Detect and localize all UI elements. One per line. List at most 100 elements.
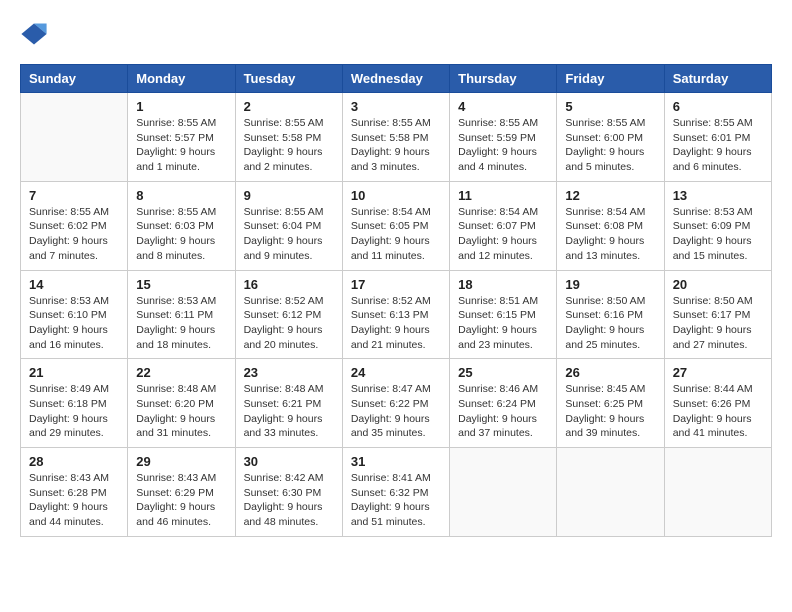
calendar-cell: 3 Sunrise: 8:55 AMSunset: 5:58 PMDaylight…: [342, 93, 449, 182]
day-info: Sunrise: 8:52 AMSunset: 6:13 PMDaylight:…: [351, 294, 441, 353]
day-info: Sunrise: 8:50 AMSunset: 6:17 PMDaylight:…: [673, 294, 763, 353]
day-number: 6: [673, 99, 763, 114]
day-number: 26: [565, 365, 655, 380]
day-info: Sunrise: 8:55 AMSunset: 5:58 PMDaylight:…: [244, 116, 334, 175]
calendar-cell: 28Sunrise: 8:43 AMSunset: 6:28 PMDayligh…: [21, 448, 128, 537]
day-number: 3: [351, 99, 441, 114]
day-number: 25: [458, 365, 548, 380]
page-header: [20, 20, 772, 48]
day-number: 20: [673, 277, 763, 292]
calendar-cell: 23 Sunrise: 8:48 AMSunset: 6:21 PMDayligh…: [235, 359, 342, 448]
day-number: 15: [136, 277, 226, 292]
calendar-cell: [557, 448, 664, 537]
header-sunday: Sunday: [21, 65, 128, 93]
calendar-cell: 29Sunrise: 8:43 AMSunset: 6:29 PMDayligh…: [128, 448, 235, 537]
header-saturday: Saturday: [664, 65, 771, 93]
day-number: 27: [673, 365, 763, 380]
calendar-table: SundayMondayTuesdayWednesdayThursdayFrid…: [20, 64, 772, 537]
day-info: Sunrise: 8:43 AMSunset: 6:28 PMDaylight:…: [29, 471, 119, 530]
day-info: Sunrise: 8:54 AMSunset: 6:08 PMDaylight:…: [565, 205, 655, 264]
day-number: 22: [136, 365, 226, 380]
day-number: 24: [351, 365, 441, 380]
day-info: Sunrise: 8:46 AMSunset: 6:24 PMDaylight:…: [458, 382, 548, 441]
day-info: Sunrise: 8:53 AMSunset: 6:09 PMDaylight:…: [673, 205, 763, 264]
calendar-cell: 10Sunrise: 8:54 AMSunset: 6:05 PMDayligh…: [342, 181, 449, 270]
header-tuesday: Tuesday: [235, 65, 342, 93]
day-info: Sunrise: 8:48 AMSunset: 6:20 PMDaylight:…: [136, 382, 226, 441]
header-wednesday: Wednesday: [342, 65, 449, 93]
day-number: 14: [29, 277, 119, 292]
calendar-cell: 24 Sunrise: 8:47 AMSunset: 6:22 PMDayligh…: [342, 359, 449, 448]
calendar-cell: 14 Sunrise: 8:53 AMSunset: 6:10 PMDayligh…: [21, 270, 128, 359]
day-number: 5: [565, 99, 655, 114]
day-number: 21: [29, 365, 119, 380]
calendar-cell: 7 Sunrise: 8:55 AMSunset: 6:02 PMDaylight…: [21, 181, 128, 270]
day-number: 23: [244, 365, 334, 380]
calendar-cell: 17 Sunrise: 8:52 AMSunset: 6:13 PMDayligh…: [342, 270, 449, 359]
day-info: Sunrise: 8:45 AMSunset: 6:25 PMDaylight:…: [565, 382, 655, 441]
calendar-cell: 12 Sunrise: 8:54 AMSunset: 6:08 PMDayligh…: [557, 181, 664, 270]
day-info: Sunrise: 8:48 AMSunset: 6:21 PMDaylight:…: [244, 382, 334, 441]
week-row-4: 28Sunrise: 8:43 AMSunset: 6:28 PMDayligh…: [21, 448, 772, 537]
calendar-header: SundayMondayTuesdayWednesdayThursdayFrid…: [21, 65, 772, 93]
calendar-cell: 1 Sunrise: 8:55 AMSunset: 5:57 PMDaylight…: [128, 93, 235, 182]
week-row-0: 1 Sunrise: 8:55 AMSunset: 5:57 PMDaylight…: [21, 93, 772, 182]
day-info: Sunrise: 8:55 AMSunset: 6:04 PMDaylight:…: [244, 205, 334, 264]
calendar-cell: 5Sunrise: 8:55 AMSunset: 6:00 PMDaylight…: [557, 93, 664, 182]
calendar-cell: [664, 448, 771, 537]
day-info: Sunrise: 8:55 AMSunset: 5:57 PMDaylight:…: [136, 116, 226, 175]
day-number: 10: [351, 188, 441, 203]
calendar-cell: 16Sunrise: 8:52 AMSunset: 6:12 PMDayligh…: [235, 270, 342, 359]
header-thursday: Thursday: [450, 65, 557, 93]
day-info: Sunrise: 8:49 AMSunset: 6:18 PMDaylight:…: [29, 382, 119, 441]
day-info: Sunrise: 8:55 AMSunset: 6:02 PMDaylight:…: [29, 205, 119, 264]
calendar-body: 1 Sunrise: 8:55 AMSunset: 5:57 PMDaylight…: [21, 93, 772, 537]
calendar-cell: 8Sunrise: 8:55 AMSunset: 6:03 PMDaylight…: [128, 181, 235, 270]
calendar-cell: 13 Sunrise: 8:53 AMSunset: 6:09 PMDayligh…: [664, 181, 771, 270]
day-info: Sunrise: 8:47 AMSunset: 6:22 PMDaylight:…: [351, 382, 441, 441]
day-number: 7: [29, 188, 119, 203]
week-row-2: 14 Sunrise: 8:53 AMSunset: 6:10 PMDayligh…: [21, 270, 772, 359]
day-info: Sunrise: 8:50 AMSunset: 6:16 PMDaylight:…: [565, 294, 655, 353]
day-number: 2: [244, 99, 334, 114]
day-number: 30: [244, 454, 334, 469]
day-info: Sunrise: 8:51 AMSunset: 6:15 PMDaylight:…: [458, 294, 548, 353]
calendar-cell: [450, 448, 557, 537]
day-info: Sunrise: 8:54 AMSunset: 6:07 PMDaylight:…: [458, 205, 548, 264]
calendar-cell: 21 Sunrise: 8:49 AMSunset: 6:18 PMDayligh…: [21, 359, 128, 448]
day-info: Sunrise: 8:41 AMSunset: 6:32 PMDaylight:…: [351, 471, 441, 530]
calendar-cell: 25 Sunrise: 8:46 AMSunset: 6:24 PMDayligh…: [450, 359, 557, 448]
day-info: Sunrise: 8:53 AMSunset: 6:10 PMDaylight:…: [29, 294, 119, 353]
day-info: Sunrise: 8:55 AMSunset: 6:01 PMDaylight:…: [673, 116, 763, 175]
calendar-cell: 30 Sunrise: 8:42 AMSunset: 6:30 PMDayligh…: [235, 448, 342, 537]
day-number: 9: [244, 188, 334, 203]
day-number: 13: [673, 188, 763, 203]
calendar-cell: 27 Sunrise: 8:44 AMSunset: 6:26 PMDayligh…: [664, 359, 771, 448]
day-number: 16: [244, 277, 334, 292]
day-number: 31: [351, 454, 441, 469]
calendar-cell: 6 Sunrise: 8:55 AMSunset: 6:01 PMDaylight…: [664, 93, 771, 182]
calendar-cell: 26 Sunrise: 8:45 AMSunset: 6:25 PMDayligh…: [557, 359, 664, 448]
calendar-cell: 22 Sunrise: 8:48 AMSunset: 6:20 PMDayligh…: [128, 359, 235, 448]
day-info: Sunrise: 8:44 AMSunset: 6:26 PMDaylight:…: [673, 382, 763, 441]
day-info: Sunrise: 8:55 AMSunset: 5:58 PMDaylight:…: [351, 116, 441, 175]
logo: [20, 20, 52, 48]
day-number: 4: [458, 99, 548, 114]
day-info: Sunrise: 8:42 AMSunset: 6:30 PMDaylight:…: [244, 471, 334, 530]
calendar-cell: 15Sunrise: 8:53 AMSunset: 6:11 PMDayligh…: [128, 270, 235, 359]
calendar-cell: 31 Sunrise: 8:41 AMSunset: 6:32 PMDayligh…: [342, 448, 449, 537]
calendar-cell: [21, 93, 128, 182]
calendar-cell: 18 Sunrise: 8:51 AMSunset: 6:15 PMDayligh…: [450, 270, 557, 359]
calendar-cell: 20 Sunrise: 8:50 AMSunset: 6:17 PMDayligh…: [664, 270, 771, 359]
day-number: 17: [351, 277, 441, 292]
calendar-cell: 19Sunrise: 8:50 AMSunset: 6:16 PMDayligh…: [557, 270, 664, 359]
header-friday: Friday: [557, 65, 664, 93]
day-number: 18: [458, 277, 548, 292]
day-info: Sunrise: 8:55 AMSunset: 5:59 PMDaylight:…: [458, 116, 548, 175]
day-number: 29: [136, 454, 226, 469]
day-number: 12: [565, 188, 655, 203]
week-row-3: 21 Sunrise: 8:49 AMSunset: 6:18 PMDayligh…: [21, 359, 772, 448]
logo-icon: [20, 20, 48, 48]
day-number: 1: [136, 99, 226, 114]
calendar-cell: 11Sunrise: 8:54 AMSunset: 6:07 PMDayligh…: [450, 181, 557, 270]
